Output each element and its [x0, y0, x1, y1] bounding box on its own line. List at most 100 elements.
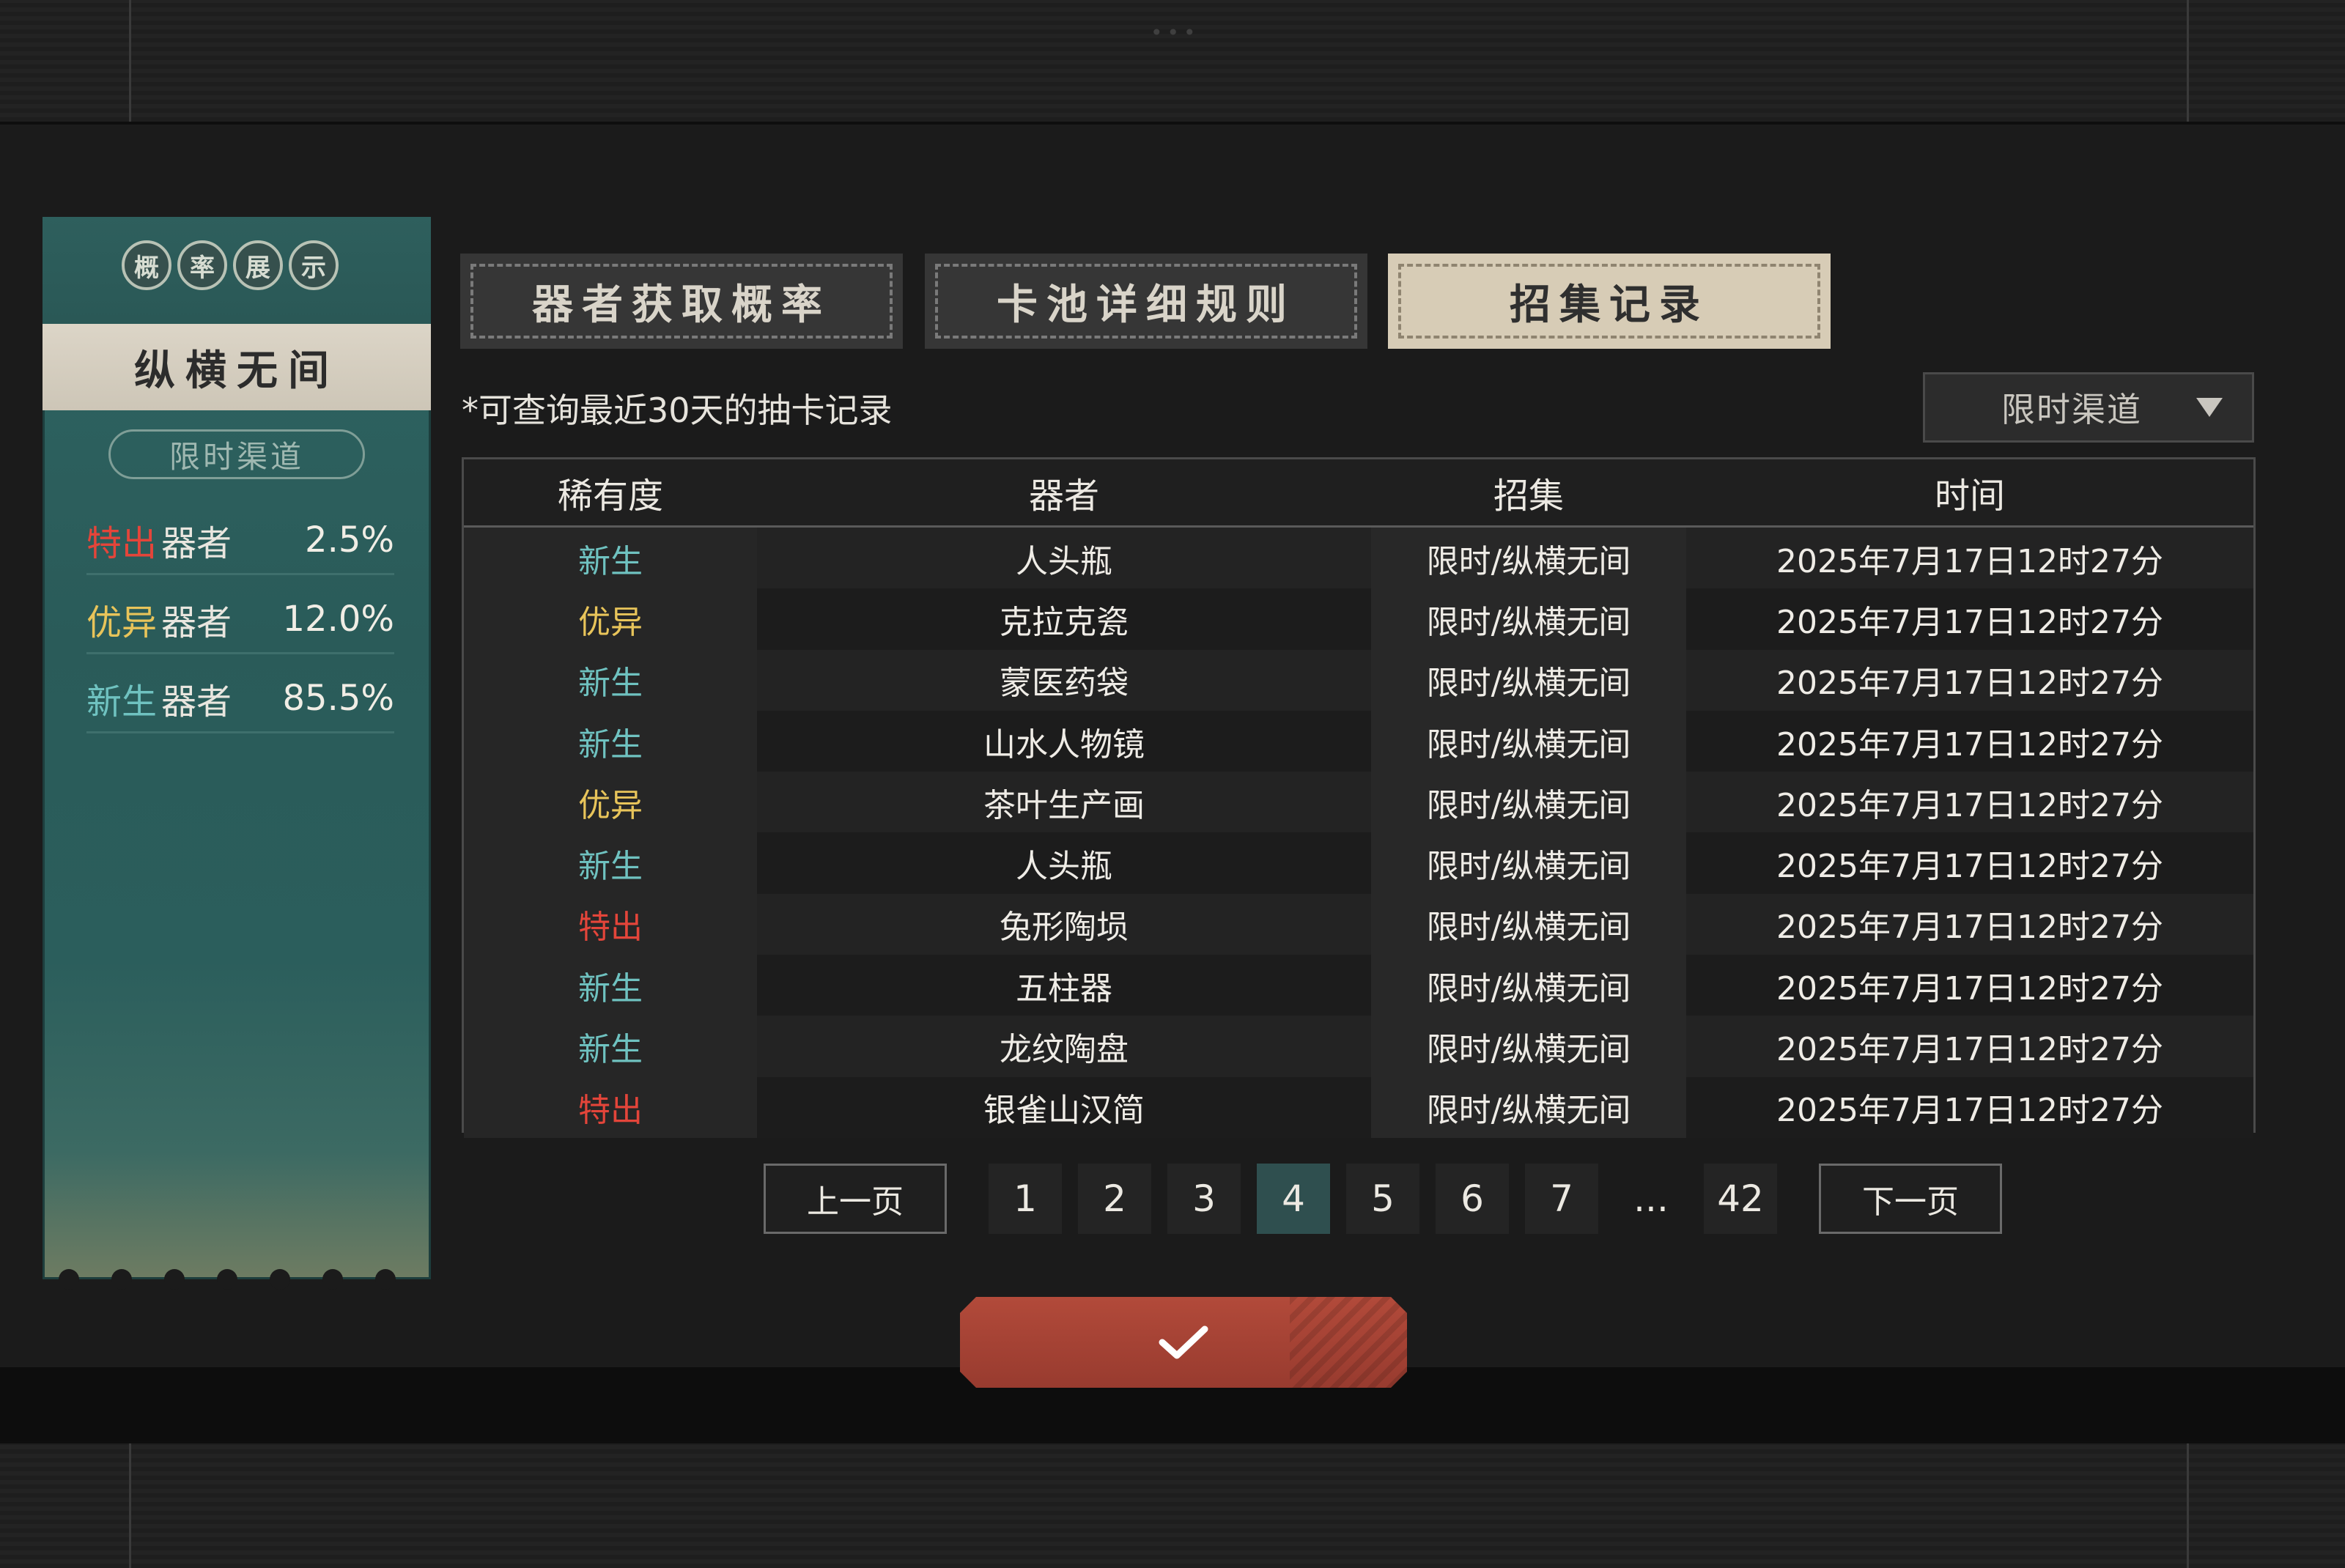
rarity-cell: 特出: [464, 893, 757, 955]
confirm-button[interactable]: [960, 1297, 1407, 1388]
table-row: 特出 银雀山汉简 限时/纵横无间 2025年7月17日12时27分: [464, 1076, 2253, 1138]
rarity-cell: 新生: [464, 832, 757, 894]
page-number-button[interactable]: 7: [1525, 1164, 1598, 1234]
pool-cell: 限时/纵横无间: [1371, 588, 1686, 650]
records-note: *可查询最近30天的抽卡记录: [462, 391, 893, 430]
page-numbers: 1 2 3 4 5 6 7... 42: [981, 1164, 1785, 1234]
check-icon: [1159, 1325, 1208, 1359]
ticket-edge-decor: [59, 1269, 396, 1290]
tab-label: 卡池详细规则: [997, 280, 1296, 329]
page-number-button[interactable]: 6: [1436, 1164, 1509, 1234]
time-cell: 2025年7月17日12时27分: [1686, 772, 2253, 833]
pool-cell: 限时/纵横无间: [1371, 772, 1686, 833]
rarity-cell: 新生: [464, 955, 757, 1016]
next-page-button[interactable]: 下一页: [1819, 1164, 2002, 1234]
table-row: 新生 山水人物镜 限时/纵横无间 2025年7月17日12时27分: [464, 710, 2253, 772]
column-header-rarity: 稀有度: [557, 476, 663, 517]
name-cell: 克拉克瓷: [757, 588, 1371, 650]
name-cell: 龙纹陶盘: [757, 1016, 1371, 1077]
table-row: 优异 茶叶生产画 限时/纵横无间 2025年7月17日12时27分: [464, 772, 2253, 833]
time-cell: 2025年7月17日12时27分: [1686, 955, 2253, 1016]
pool-cell: 限时/纵横无间: [1371, 1076, 1686, 1138]
time-cell: 2025年7月17日12时27分: [1686, 588, 2253, 650]
column-header-name: 器者: [1028, 476, 1099, 517]
pool-cell: 限时/纵横无间: [1371, 710, 1686, 772]
tab-label: 器者获取概率: [532, 280, 831, 329]
table-row: 新生 蒙医药袋 限时/纵横无间 2025年7月17日12时27分: [464, 649, 2253, 711]
table-row: 新生 人头瓶 限时/纵横无间 2025年7月17日12时27分: [464, 528, 2253, 589]
rate-row-new: 新生 器者 85.5%: [86, 665, 394, 733]
records-table: 稀有度 器者 招集 时间 新生 人头瓶 限时/纵横无间 2025年7月17日12时27…: [462, 457, 2256, 1138]
table-row: 新生 龙纹陶盘 限时/纵横无间 2025年7月17日12时27分: [464, 1016, 2253, 1077]
table-row: 优异 克拉克瓷 限时/纵横无间 2025年7月17日12时27分: [464, 588, 2253, 650]
rarity-cell: 特出: [464, 1076, 757, 1138]
name-cell: 人头瓶: [757, 528, 1371, 589]
name-cell: 蒙医药袋: [757, 649, 1371, 711]
rarity-cell: 新生: [464, 649, 757, 711]
time-cell: 2025年7月17日12时27分: [1686, 528, 2253, 589]
seal-char: 率: [177, 240, 227, 290]
rate-category: 器者: [161, 681, 232, 722]
rarity-label: 优异: [86, 602, 158, 643]
pool-cell: 限时/纵横无间: [1371, 528, 1686, 589]
pagination: 上一页 1 2 3 4 5 6 7... 42 下一页: [764, 1164, 2002, 1234]
channel-badge: 限时渠道: [108, 429, 365, 479]
seal-char: 概: [122, 240, 171, 290]
name-cell: 人头瓶: [757, 832, 1371, 894]
rate-percent: 12.0%: [282, 599, 394, 640]
probability-display-seals: 概 率 展 示: [122, 240, 339, 290]
caret-down-icon: [2196, 398, 2223, 417]
table-body: 新生 人头瓶 限时/纵横无间 2025年7月17日12时27分 优异 克拉克瓷 限时/纵横无…: [464, 528, 2253, 1138]
column-header-pool: 招集: [1493, 476, 1564, 517]
page-number-button[interactable]: 4: [1257, 1164, 1330, 1234]
rarity-cell: 优异: [464, 772, 757, 833]
seal-char: 展: [233, 240, 283, 290]
pool-cell: 限时/纵横无间: [1371, 649, 1686, 711]
pool-cell: 限时/纵横无间: [1371, 832, 1686, 894]
channel-filter-dropdown[interactable]: 限时渠道: [1923, 372, 2254, 443]
rate-category: 器者: [161, 602, 232, 643]
column-header-time: 时间: [1934, 476, 2005, 517]
page-number-button[interactable]: 42: [1704, 1164, 1777, 1234]
rarity-cell: 优异: [464, 588, 757, 650]
table-row: 新生 人头瓶 限时/纵横无间 2025年7月17日12时27分: [464, 832, 2253, 894]
page-number-button[interactable]: 1: [989, 1164, 1062, 1234]
time-cell: 2025年7月17日12时27分: [1686, 893, 2253, 955]
seal-char: 示: [289, 240, 339, 290]
page-number-button[interactable]: 3: [1167, 1164, 1241, 1234]
table-header: 稀有度 器者 招集 时间: [464, 459, 2253, 528]
pool-name: 纵横无间: [43, 324, 431, 410]
time-cell: 2025年7月17日12时27分: [1686, 649, 2253, 711]
pool-cell: 限时/纵横无间: [1371, 893, 1686, 955]
name-cell: 银雀山汉简: [757, 1076, 1371, 1138]
top-decor-band: •••: [0, 0, 2345, 125]
rate-row-special: 特出 器者 2.5%: [86, 507, 394, 575]
table-row: 新生 五柱器 限时/纵横无间 2025年7月17日12时27分: [464, 955, 2253, 1016]
page-ellipsis: ...: [1633, 1177, 1669, 1220]
time-cell: 2025年7月17日12时27分: [1686, 710, 2253, 772]
dropdown-selected-value: 限时渠道: [2001, 390, 2142, 429]
probability-panel: 概 率 展 示 纵横无间 限时渠道 特出 器者 2.5% 优异 器者 12.0%…: [43, 217, 431, 1290]
tab-acquisition-probability[interactable]: 器者获取概率: [460, 254, 903, 349]
tab-label: 招集记录: [1510, 280, 1709, 329]
rarity-label: 新生: [86, 681, 158, 722]
page-number-button[interactable]: 5: [1346, 1164, 1419, 1234]
table-row: 特出 兔形陶埙 限时/纵横无间 2025年7月17日12时27分: [464, 893, 2253, 955]
rate-category: 器者: [161, 523, 232, 564]
name-cell: 五柱器: [757, 955, 1371, 1016]
rarity-cell: 新生: [464, 710, 757, 772]
time-cell: 2025年7月17日12时27分: [1686, 1076, 2253, 1138]
name-cell: 茶叶生产画: [757, 772, 1371, 833]
rarity-label: 特出: [86, 523, 158, 564]
rarity-cell: 新生: [464, 528, 757, 589]
more-dots-icon: •••: [1151, 21, 1200, 45]
name-cell: 山水人物镜: [757, 710, 1371, 772]
bottom-decor-band: [0, 1441, 2345, 1568]
prev-page-button[interactable]: 上一页: [764, 1164, 947, 1234]
tab-recruit-records[interactable]: 招集记录: [1388, 254, 1831, 349]
rate-percent: 2.5%: [305, 519, 394, 561]
tab-pool-rules[interactable]: 卡池详细规则: [925, 254, 1367, 349]
pool-cell: 限时/纵横无间: [1371, 1016, 1686, 1077]
rate-percent: 85.5%: [282, 678, 394, 719]
page-number-button[interactable]: 2: [1078, 1164, 1151, 1234]
